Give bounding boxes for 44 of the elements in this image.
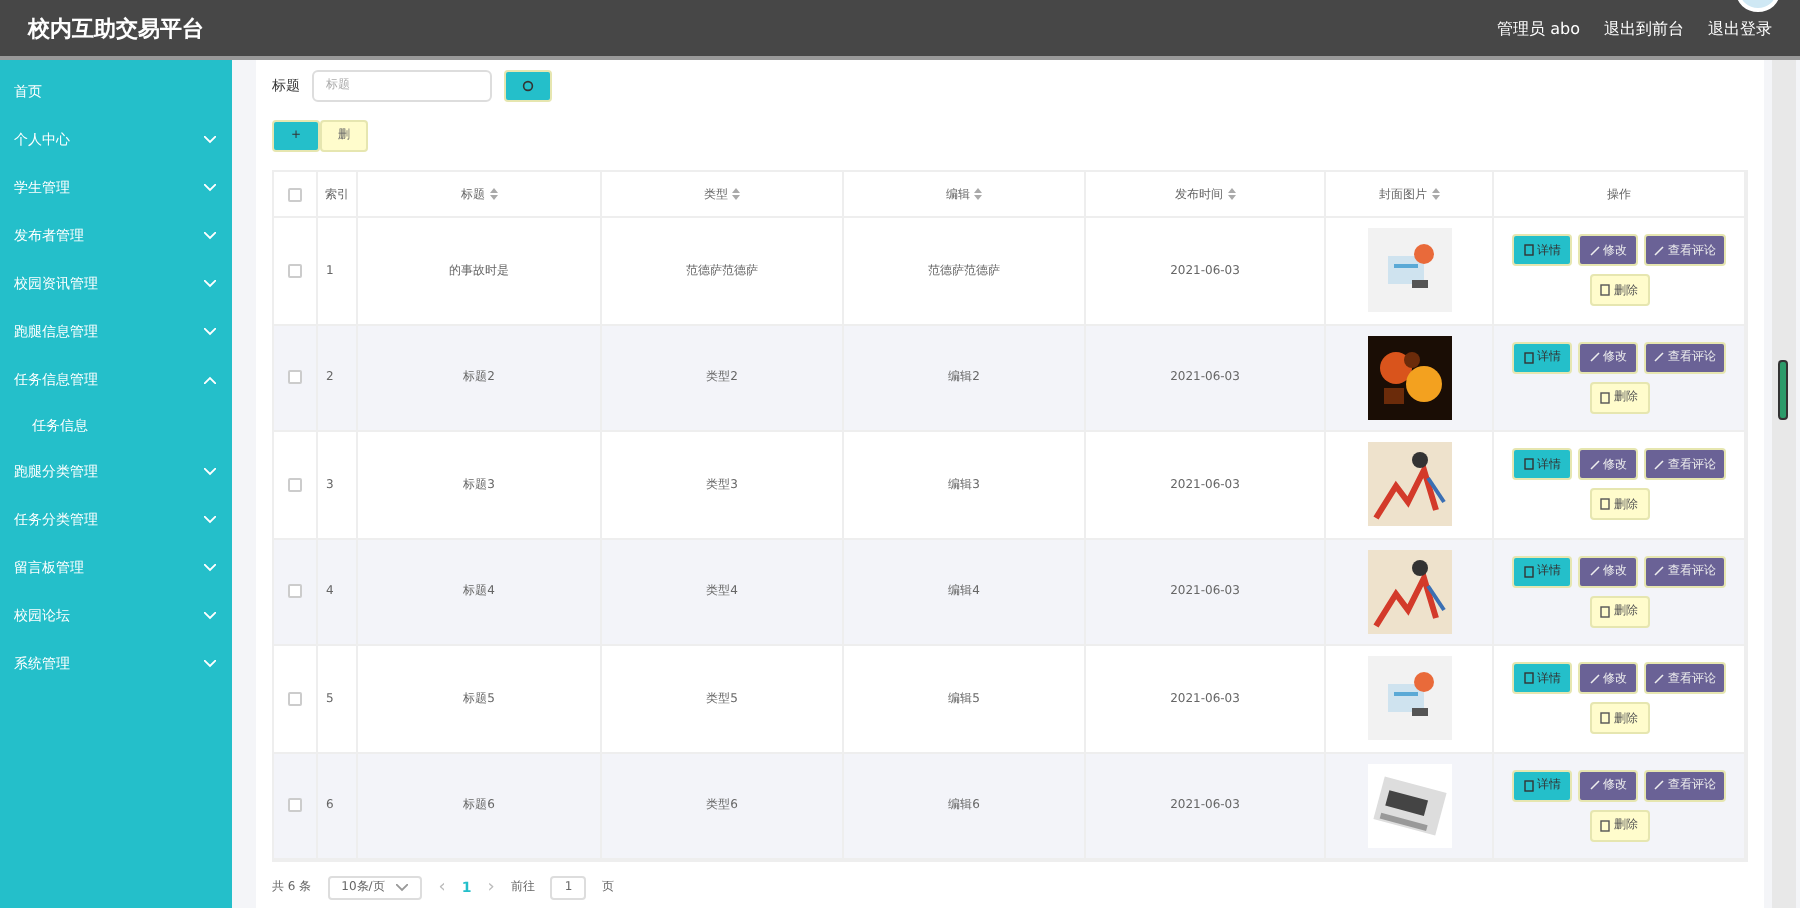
sort-icon — [974, 188, 982, 201]
pencil-icon — [1654, 566, 1664, 577]
document-icon — [1523, 351, 1533, 364]
pencil-icon — [1654, 459, 1664, 470]
sort-icon — [732, 188, 740, 201]
pencil-icon — [1589, 459, 1599, 470]
checkbox[interactable] — [288, 263, 302, 278]
document-icon — [1600, 712, 1610, 725]
checkbox[interactable] — [288, 691, 302, 706]
pencil-icon — [1654, 673, 1664, 684]
checkbox[interactable] — [288, 798, 302, 813]
sort-icon — [1227, 188, 1235, 201]
sort-icon — [1431, 188, 1439, 201]
checkbox[interactable] — [288, 477, 302, 492]
document-icon — [1523, 779, 1533, 792]
document-icon — [1523, 565, 1533, 578]
document-icon — [1523, 244, 1533, 257]
document-icon — [1600, 605, 1610, 618]
document-icon — [1523, 672, 1533, 685]
chevron-icon — [396, 883, 409, 892]
pencil-icon — [1654, 245, 1664, 256]
pencil-icon — [1589, 780, 1599, 791]
document-icon — [1600, 498, 1610, 511]
app-title: 校内互助交易平台 — [28, 13, 206, 43]
search-button[interactable] — [504, 69, 552, 102]
pencil-icon — [1589, 245, 1599, 256]
header-link[interactable]: 退出登录 — [1708, 17, 1772, 39]
document-icon — [1600, 391, 1610, 404]
pencil-icon — [1589, 673, 1599, 684]
checkbox[interactable] — [288, 370, 302, 385]
user-label: 管理员 abo — [1497, 17, 1580, 39]
header-link[interactable]: 退出到前台 — [1604, 17, 1684, 39]
pencil-icon — [1654, 352, 1664, 363]
pencil-icon — [1589, 566, 1599, 577]
checkbox[interactable] — [288, 187, 302, 202]
sort-icon — [489, 188, 497, 201]
pencil-icon — [1654, 780, 1664, 791]
pencil-icon — [1589, 352, 1599, 363]
document-icon — [1600, 284, 1610, 297]
search-icon — [522, 79, 534, 92]
checkbox[interactable] — [288, 584, 302, 599]
document-icon — [1523, 458, 1533, 471]
scrollbar[interactable] — [1772, 60, 1796, 908]
document-icon — [1600, 819, 1610, 832]
